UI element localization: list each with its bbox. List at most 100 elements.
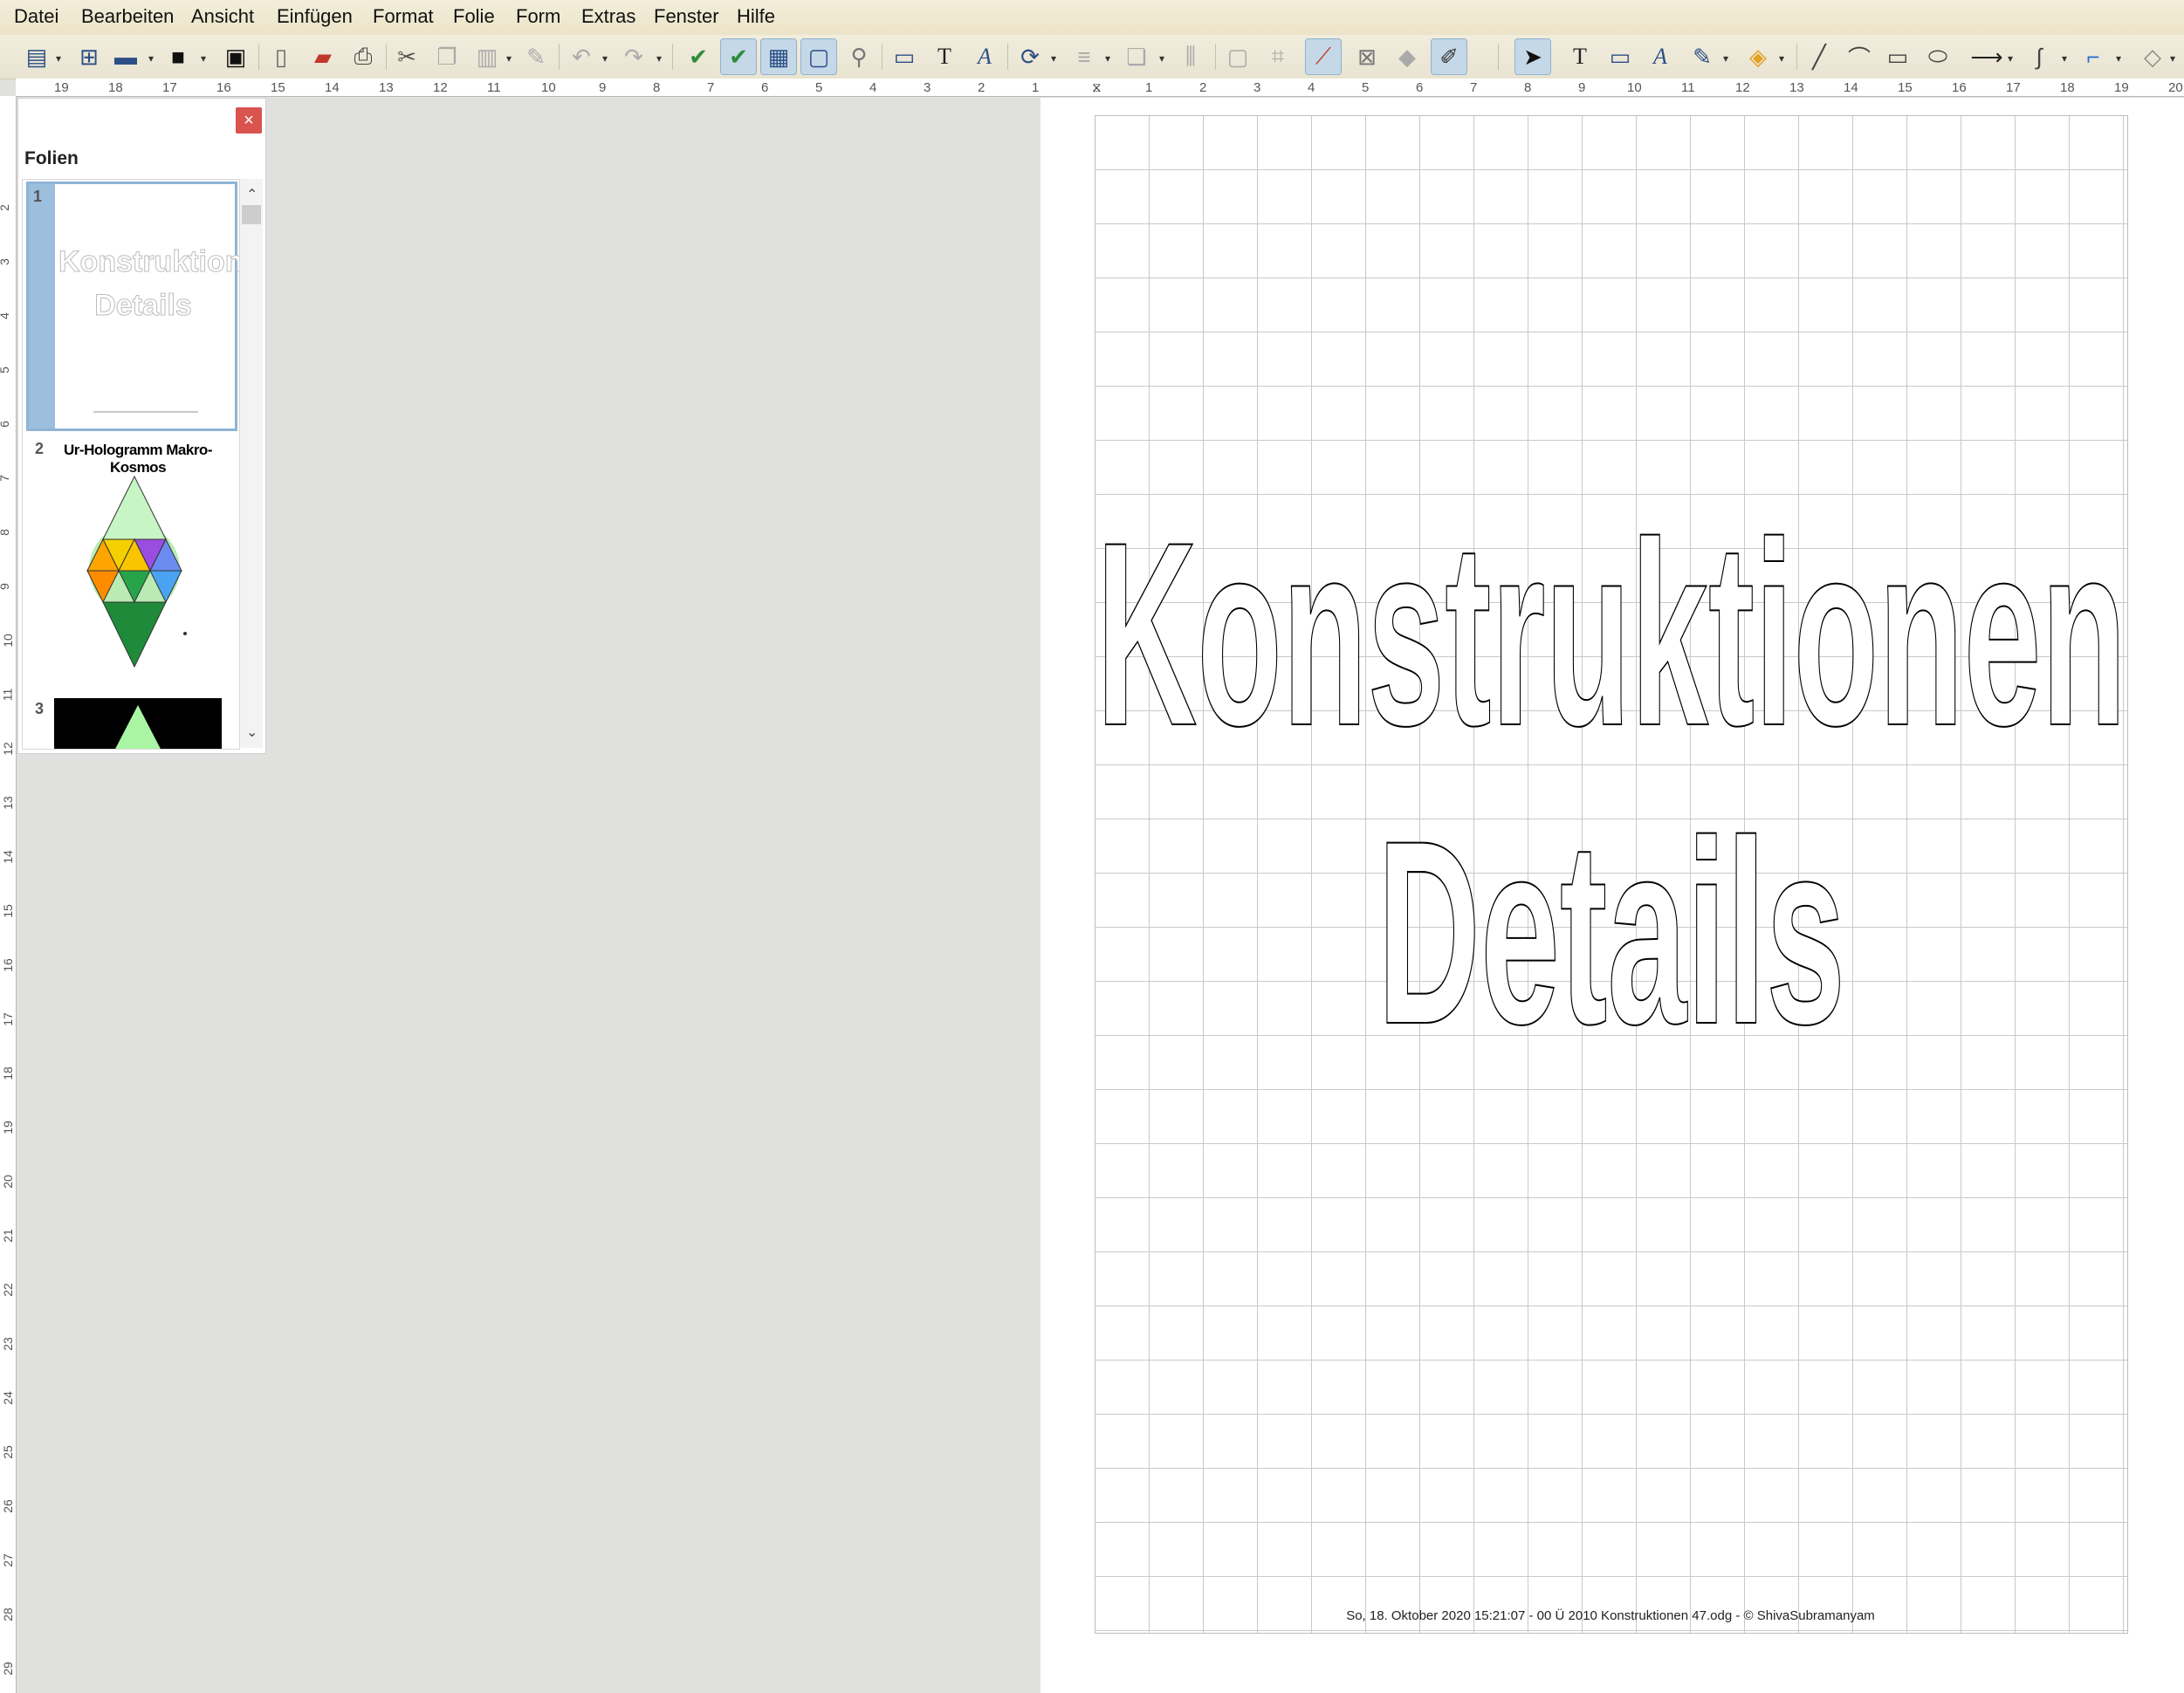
arrow-icon[interactable]: ⟶ [1969, 39, 2004, 74]
ruler-label: 10 [0, 634, 15, 648]
toolbar-separator [882, 44, 883, 70]
ruler-label: 10 [541, 80, 556, 95]
menu-extras[interactable]: Extras [581, 5, 635, 28]
ruler-label: 6 [1416, 80, 1424, 95]
horizontal-ruler[interactable]: 19 18 17 16 15 14 13 12 11 10 9 8 7 6 5 … [16, 79, 2184, 97]
grid-icon[interactable]: ▦ [760, 38, 797, 75]
print-icon[interactable]: ⎙ [346, 39, 381, 74]
export-pdf-icon[interactable]: ▯ [264, 39, 299, 74]
ruler-label: 4 [869, 80, 877, 95]
basic-shapes-icon[interactable]: ◇ [2135, 39, 2170, 74]
spellcheck-icon[interactable]: ✔ [681, 39, 716, 74]
page-footer: So, 18. Oktober 2020 15:21:07 - 00 Ü 201… [1346, 1608, 1875, 1623]
ruler-label: 13 [1789, 80, 1804, 95]
select-icon[interactable]: ➤ [1514, 38, 1551, 75]
align-icon[interactable]: ≡ [1067, 39, 1102, 74]
distribute-icon[interactable]: ⫼ [1173, 39, 1208, 74]
chevron-down-icon[interactable]: ▾ [1105, 52, 1110, 65]
fill-color-icon[interactable]: ◈ [1741, 39, 1775, 74]
ruler-label: 17 [162, 80, 177, 95]
chevron-down-icon[interactable]: ▾ [1159, 52, 1164, 65]
freeform-icon[interactable]: ∫ [2022, 39, 2057, 74]
helplines-icon[interactable]: ▢ [800, 38, 837, 75]
ruler-label: 4 [0, 312, 11, 319]
page-title[interactable]: Konstruktionen Details [1091, 489, 2132, 1047]
ellipse-icon[interactable]: ⬭ [1920, 39, 1955, 74]
save-icon[interactable]: ■ [161, 39, 196, 74]
text-icon[interactable]: T [1562, 39, 1597, 74]
redo-icon[interactable]: ↷ [616, 39, 651, 74]
chevron-down-icon[interactable]: ▾ [2170, 52, 2175, 65]
ruler-origin-icon[interactable]: ⧖ [1092, 80, 1102, 95]
connector-icon[interactable]: ⌐ [2076, 39, 2111, 74]
glue-icon[interactable]: ⊠ [1350, 39, 1384, 74]
clone-formatting-icon[interactable]: ✎ [519, 39, 553, 74]
templates-icon[interactable]: ⊞ [72, 39, 106, 74]
new-slide-icon[interactable]: ▤ [19, 39, 54, 74]
chevron-down-icon[interactable]: ▾ [1779, 52, 1784, 65]
cut-icon[interactable]: ✂ [389, 39, 424, 74]
arrange-icon[interactable]: ❏ [1119, 39, 1154, 74]
menu-ansicht[interactable]: Ansicht [191, 5, 254, 28]
chevron-down-icon[interactable]: ▾ [1051, 52, 1056, 65]
chevron-down-icon[interactable]: ⌄ [246, 723, 258, 741]
image-icon[interactable]: ▭ [887, 39, 922, 74]
curve-icon[interactable]: ⌒ [1842, 39, 1877, 74]
ruler-label: 20 [2168, 80, 2183, 95]
ruler-label: 18 [108, 80, 123, 95]
menu-form[interactable]: Form [516, 5, 560, 28]
menu-bearbeiten[interactable]: Bearbeiten [81, 5, 174, 28]
toolbar-separator [1007, 44, 1008, 70]
insert-image-icon[interactable]: ▭ [1603, 39, 1638, 74]
chevron-down-icon[interactable]: ▾ [148, 52, 154, 65]
menu-einfuegen[interactable]: Einfügen [277, 5, 353, 28]
fontwork-icon[interactable]: A [967, 39, 1002, 74]
zoom-icon[interactable]: ⚲ [841, 39, 876, 74]
pdf-icon[interactable]: ▰ [306, 39, 340, 74]
toggle-extrusion-icon[interactable]: ✐ [1431, 38, 1467, 75]
chevron-down-icon[interactable]: ▾ [2116, 52, 2121, 65]
crop-icon[interactable]: ⌗ [1260, 39, 1295, 74]
chevron-down-icon[interactable]: ▾ [1723, 52, 1728, 65]
shadow-icon[interactable]: ▢ [1220, 39, 1255, 74]
chevron-down-icon[interactable]: ▾ [201, 52, 206, 65]
rectangle-icon[interactable]: ▭ [1880, 39, 1915, 74]
chevron-down-icon[interactable]: ▾ [2062, 52, 2067, 65]
ruler-label: 25 [0, 1445, 15, 1459]
menu-fenster[interactable]: Fenster [654, 5, 719, 28]
menu-hilfe[interactable]: Hilfe [737, 5, 775, 28]
close-pane-button[interactable]: × [236, 107, 262, 134]
toolbar-separator [1796, 44, 1797, 70]
menu-folie[interactable]: Folie [453, 5, 495, 28]
triangle-icon [115, 705, 161, 749]
autospellcheck-icon[interactable]: ✔ [720, 38, 757, 75]
export-icon[interactable]: ▣ [218, 39, 253, 74]
vertical-ruler[interactable]: 2 3 4 5 6 7 8 9 10 11 12 13 14 15 16 17 … [0, 96, 17, 1693]
ruler-label: 1 [1145, 80, 1153, 95]
menu-format[interactable]: Format [373, 5, 434, 28]
chevron-up-icon[interactable]: ⌃ [246, 186, 258, 203]
scrollbar-thumb[interactable] [242, 205, 261, 224]
line-icon[interactable]: ╱ [1802, 39, 1837, 74]
fontwork-2-icon[interactable]: A [1643, 39, 1678, 74]
undo-icon[interactable]: ↶ [564, 39, 599, 74]
ruler-label: 8 [1524, 80, 1532, 95]
chevron-down-icon[interactable]: ▾ [602, 52, 608, 65]
textbox-icon[interactable]: T [927, 39, 962, 74]
slide-pane: × Folien 1 Konstruktionen Details 2 Ur-H… [17, 98, 266, 754]
copy-icon[interactable]: ❐ [429, 39, 464, 74]
transform-icon[interactable]: ⟳ [1013, 39, 1047, 74]
chevron-down-icon[interactable]: ▾ [506, 52, 512, 65]
menu-datei[interactable]: Datei [14, 5, 58, 28]
points-icon[interactable]: ⟋ [1305, 38, 1342, 75]
chevron-down-icon[interactable]: ▾ [2008, 52, 2013, 65]
chevron-down-icon[interactable]: ▾ [56, 52, 61, 65]
paste-icon[interactable]: ▥ [470, 39, 505, 74]
slide-thumbnail-selected[interactable]: 1 Konstruktionen Details [26, 182, 239, 431]
line-color-icon[interactable]: ✎ [1685, 39, 1720, 74]
chevron-down-icon[interactable]: ▾ [656, 52, 662, 65]
open-icon[interactable]: ▬ [108, 39, 143, 74]
slide-pane-scrollbar[interactable]: ⌃ ⌄ [240, 179, 263, 748]
slide-list[interactable]: 1 Konstruktionen Details 2 Ur-Hologramm … [22, 179, 240, 750]
3d-icon[interactable]: ◆ [1390, 39, 1425, 74]
